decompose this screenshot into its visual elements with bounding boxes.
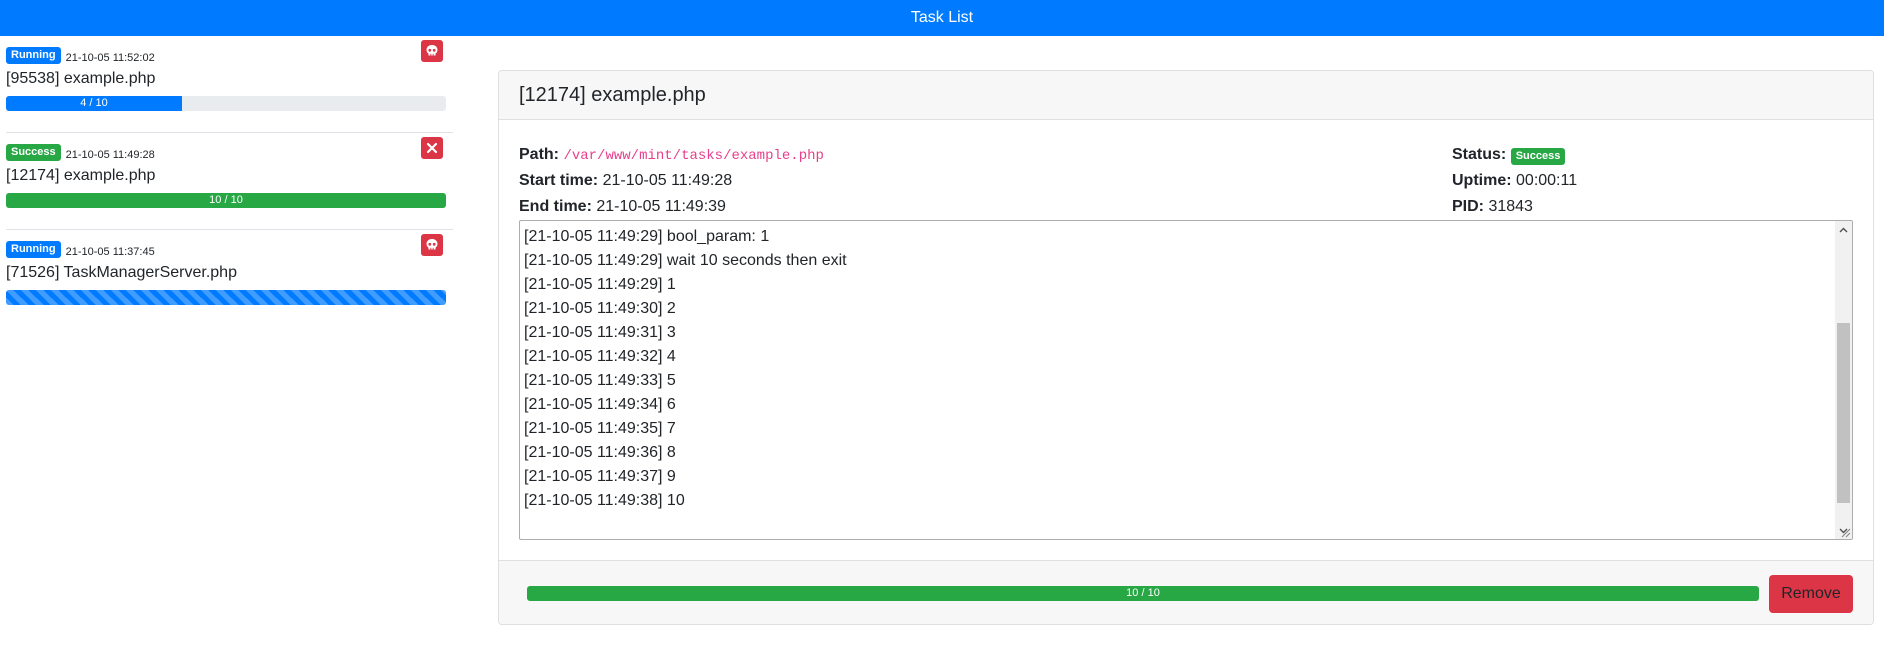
task-progress bbox=[6, 290, 446, 305]
task-list: Running 21-10-05 11:52:02 [95538] exampl… bbox=[0, 36, 453, 625]
start-time-row: Start time: 21-10-05 11:49:28 bbox=[519, 170, 1452, 196]
skull-icon bbox=[426, 45, 438, 56]
app-title: Task List bbox=[910, 9, 974, 26]
status-badge: Success bbox=[1510, 148, 1566, 165]
log-line: [21-10-05 11:49:32] 4 bbox=[524, 348, 676, 365]
task-title[interactable]: [71526] TaskManagerServer.php bbox=[6, 264, 445, 284]
uptime-row: Uptime: 00:00:11 bbox=[1452, 170, 1577, 196]
uptime-value: 00:00:11 bbox=[1516, 172, 1578, 189]
log-line: [21-10-05 11:49:29] bool_param: 1 bbox=[524, 228, 770, 245]
task-title[interactable]: [12174] example.php bbox=[6, 167, 445, 187]
status-badge: Running bbox=[6, 47, 61, 64]
status-badge: Success bbox=[6, 144, 61, 161]
kill-task-button[interactable] bbox=[421, 40, 443, 62]
detail-progress-bar: 10 / 10 bbox=[527, 586, 1759, 601]
log-line: [21-10-05 11:49:29] wait 10 seconds then… bbox=[524, 252, 847, 269]
task-item[interactable]: Running 21-10-05 11:52:02 [95538] exampl… bbox=[6, 36, 453, 133]
log-line: [21-10-05 11:49:38] 10 bbox=[524, 492, 685, 509]
path-row: Path: /var/www/mint/tasks/example.php bbox=[519, 144, 1452, 170]
log-line: [21-10-05 11:49:30] 2 bbox=[524, 300, 676, 317]
detail-footer: 10 / 10 Remove bbox=[499, 560, 1873, 624]
top-bar: Task List bbox=[0, 0, 1884, 36]
scrollbar-thumb[interactable] bbox=[1837, 323, 1850, 503]
log-line: [21-10-05 11:49:29] 1 bbox=[524, 276, 676, 293]
log-line: [21-10-05 11:49:34] 6 bbox=[524, 396, 676, 413]
path-value: /var/www/mint/tasks/example.php bbox=[563, 148, 824, 164]
start-time-value: 21-10-05 11:49:28 bbox=[602, 172, 733, 189]
task-progress: 4 / 10 bbox=[6, 96, 446, 111]
end-time-row: End time: 21-10-05 11:49:39 bbox=[519, 196, 1452, 222]
remove-button[interactable]: Remove bbox=[1769, 574, 1853, 613]
task-item[interactable]: Success 21-10-05 11:49:28 [12174] exampl… bbox=[6, 133, 453, 230]
task-time: 21-10-05 11:37:45 bbox=[65, 246, 155, 258]
kill-task-button[interactable] bbox=[421, 234, 443, 256]
task-title[interactable]: [95538] example.php bbox=[6, 70, 445, 90]
status-row: Status: Success bbox=[1452, 144, 1577, 170]
task-detail-card: [12174] example.php Path: /var/www/mint/… bbox=[498, 70, 1874, 625]
close-icon bbox=[426, 142, 438, 154]
task-progress: 10 / 10 bbox=[6, 193, 446, 208]
log-line: [21-10-05 11:49:31] 3 bbox=[524, 324, 676, 341]
log-line: [21-10-05 11:49:37] 9 bbox=[524, 468, 676, 485]
detail-title: [12174] example.php bbox=[519, 83, 706, 106]
skull-icon bbox=[426, 239, 438, 250]
start-time-label: Start time: bbox=[519, 172, 599, 189]
log-output[interactable]: [21-10-05 11:49:29] bool_param: 1 [21-10… bbox=[519, 220, 1853, 540]
task-item[interactable]: Running 21-10-05 11:37:45 [71526] TaskMa… bbox=[6, 230, 453, 327]
detail-progress: 10 / 10 bbox=[527, 586, 1759, 601]
log-line: [21-10-05 11:49:36] 8 bbox=[524, 444, 676, 461]
log-line: [21-10-05 11:49:33] 5 bbox=[524, 372, 676, 389]
pid-label: PID: bbox=[1452, 198, 1484, 215]
scroll-up-button[interactable] bbox=[1835, 221, 1852, 238]
resize-grip-icon[interactable] bbox=[1839, 526, 1851, 538]
status-label: Status: bbox=[1452, 146, 1507, 163]
end-time-label: End time: bbox=[519, 198, 592, 215]
task-time: 21-10-05 11:49:28 bbox=[65, 149, 155, 161]
log-scrollbar[interactable] bbox=[1835, 221, 1852, 539]
uptime-label: Uptime: bbox=[1452, 172, 1512, 189]
chevron-up-icon bbox=[1839, 227, 1848, 232]
remove-task-button[interactable] bbox=[421, 137, 443, 159]
task-progress-bar: 10 / 10 bbox=[6, 193, 446, 208]
task-time: 21-10-05 11:52:02 bbox=[65, 52, 155, 64]
pid-row: PID: 31843 bbox=[1452, 196, 1577, 222]
end-time-value: 21-10-05 11:49:39 bbox=[596, 198, 726, 215]
status-badge: Running bbox=[6, 241, 61, 258]
log-line: [21-10-05 11:49:35] 7 bbox=[524, 420, 676, 437]
task-progress-bar: 4 / 10 bbox=[6, 96, 182, 111]
pid-value: 31843 bbox=[1488, 198, 1533, 215]
detail-header: [12174] example.php bbox=[499, 71, 1873, 120]
task-progress-bar bbox=[6, 290, 446, 305]
path-label: Path: bbox=[519, 146, 559, 163]
task-meta: Path: /var/www/mint/tasks/example.php St… bbox=[519, 144, 1853, 220]
